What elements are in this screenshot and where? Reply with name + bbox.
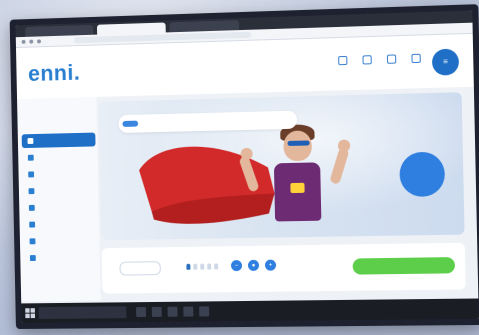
sidebar-item-icon <box>29 221 36 228</box>
sidebar-item[interactable] <box>24 250 98 265</box>
minus-button[interactable]: − <box>230 260 243 272</box>
logo[interactable]: enni. <box>28 60 81 87</box>
person-icon <box>207 262 212 269</box>
people-row: − ● + <box>186 259 277 272</box>
heart-icon[interactable] <box>360 55 372 69</box>
booking-panel: − ● + <box>101 242 466 294</box>
panel-column: − ● + <box>186 254 277 272</box>
cart-icon[interactable] <box>385 54 398 69</box>
person-icon <box>186 263 191 270</box>
hero-emblem <box>290 182 305 194</box>
sidebar-item-icon <box>28 188 35 195</box>
hero-tab[interactable] <box>122 120 139 127</box>
plus-button[interactable]: + <box>264 259 277 271</box>
cta-button[interactable] <box>352 257 456 275</box>
person-icon <box>200 263 205 270</box>
taskbar-app-icon[interactable] <box>167 306 178 317</box>
sidebar-item-icon <box>27 137 34 145</box>
taskbar-app-icon[interactable] <box>151 306 162 317</box>
person-icon <box>214 262 219 269</box>
screen: enni. ≡ − ● + <box>15 10 479 324</box>
refresh-icon[interactable] <box>37 39 41 44</box>
sidebar-item-icon <box>28 171 35 178</box>
taskbar-app-icon[interactable] <box>183 306 194 317</box>
menu-icon: ≡ <box>442 56 448 67</box>
sidebar-item[interactable] <box>23 200 97 215</box>
hero-banner <box>98 92 465 241</box>
sidebar-item-icon <box>29 238 36 245</box>
sidebar-item-icon <box>29 255 36 262</box>
forward-icon[interactable] <box>29 39 34 44</box>
windows-start-icon[interactable] <box>25 308 36 319</box>
taskbar-app-icon[interactable] <box>199 306 210 317</box>
child-mask <box>287 140 310 146</box>
sidebar-item[interactable] <box>22 149 96 164</box>
sidebar <box>17 96 101 302</box>
sidebar-item[interactable] <box>21 132 96 149</box>
header-icons <box>336 53 422 71</box>
back-icon[interactable] <box>21 39 26 44</box>
sidebar-item-icon <box>28 204 35 211</box>
hero-tab[interactable] <box>187 119 203 125</box>
top-nav <box>123 66 150 67</box>
sidebar-item-icon <box>27 154 34 161</box>
panel-column <box>119 255 161 276</box>
menu-button[interactable]: ≡ <box>431 48 460 76</box>
panel-select[interactable] <box>119 261 161 276</box>
taskbar-app-icon[interactable] <box>136 307 147 318</box>
user-icon[interactable] <box>409 53 422 69</box>
user-icon[interactable]: ● <box>247 259 260 271</box>
sidebar-item[interactable] <box>23 217 97 232</box>
taskbar-search[interactable] <box>38 306 127 319</box>
monitor: enni. ≡ − ● + <box>9 4 479 330</box>
panel-label <box>186 254 276 255</box>
sidebar-item[interactable] <box>24 233 98 248</box>
panel-label <box>119 255 160 256</box>
taskbar <box>21 298 479 324</box>
hero-tab[interactable] <box>144 120 160 126</box>
sidebar-item[interactable] <box>22 166 96 181</box>
sidebar-list <box>21 132 98 268</box>
hero-tab[interactable] <box>166 120 182 126</box>
sidebar-greeting <box>27 103 89 105</box>
sidebar-item[interactable] <box>23 183 97 198</box>
person-icon <box>193 263 198 270</box>
search-icon[interactable] <box>336 55 348 70</box>
